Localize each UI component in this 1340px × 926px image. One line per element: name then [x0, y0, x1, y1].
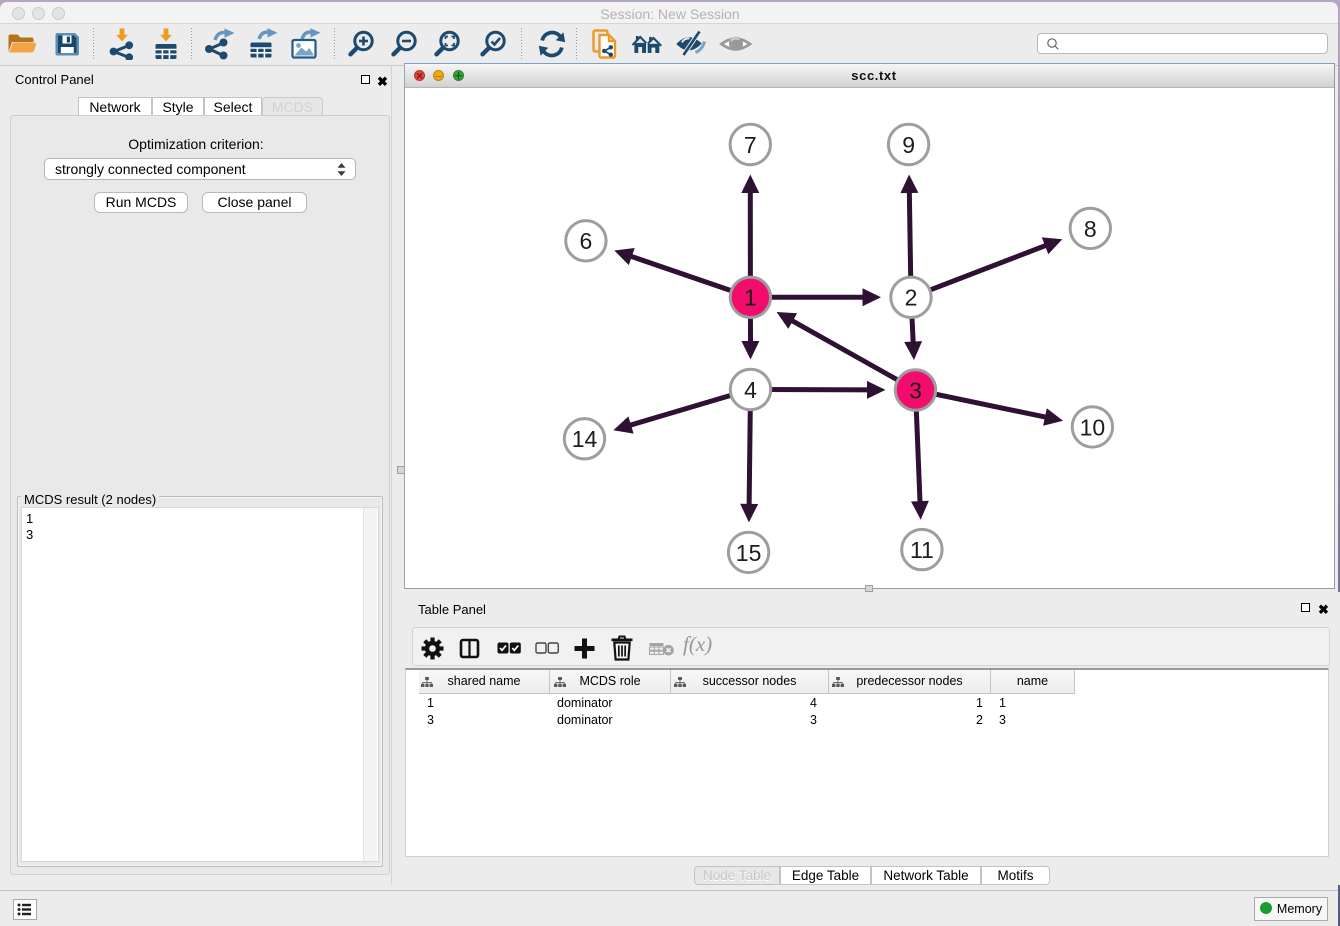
svg-text:1: 1: [744, 285, 757, 311]
svg-text:9: 9: [902, 132, 915, 158]
svg-text:7: 7: [744, 132, 757, 158]
svg-text:15: 15: [736, 540, 762, 566]
svg-text:8: 8: [1084, 216, 1097, 242]
svg-text:14: 14: [572, 426, 598, 452]
svg-text:3: 3: [909, 377, 922, 403]
svg-text:11: 11: [910, 537, 934, 563]
svg-text:4: 4: [744, 377, 757, 403]
svg-text:6: 6: [580, 228, 593, 254]
svg-text:10: 10: [1080, 414, 1106, 440]
svg-text:2: 2: [905, 285, 918, 311]
